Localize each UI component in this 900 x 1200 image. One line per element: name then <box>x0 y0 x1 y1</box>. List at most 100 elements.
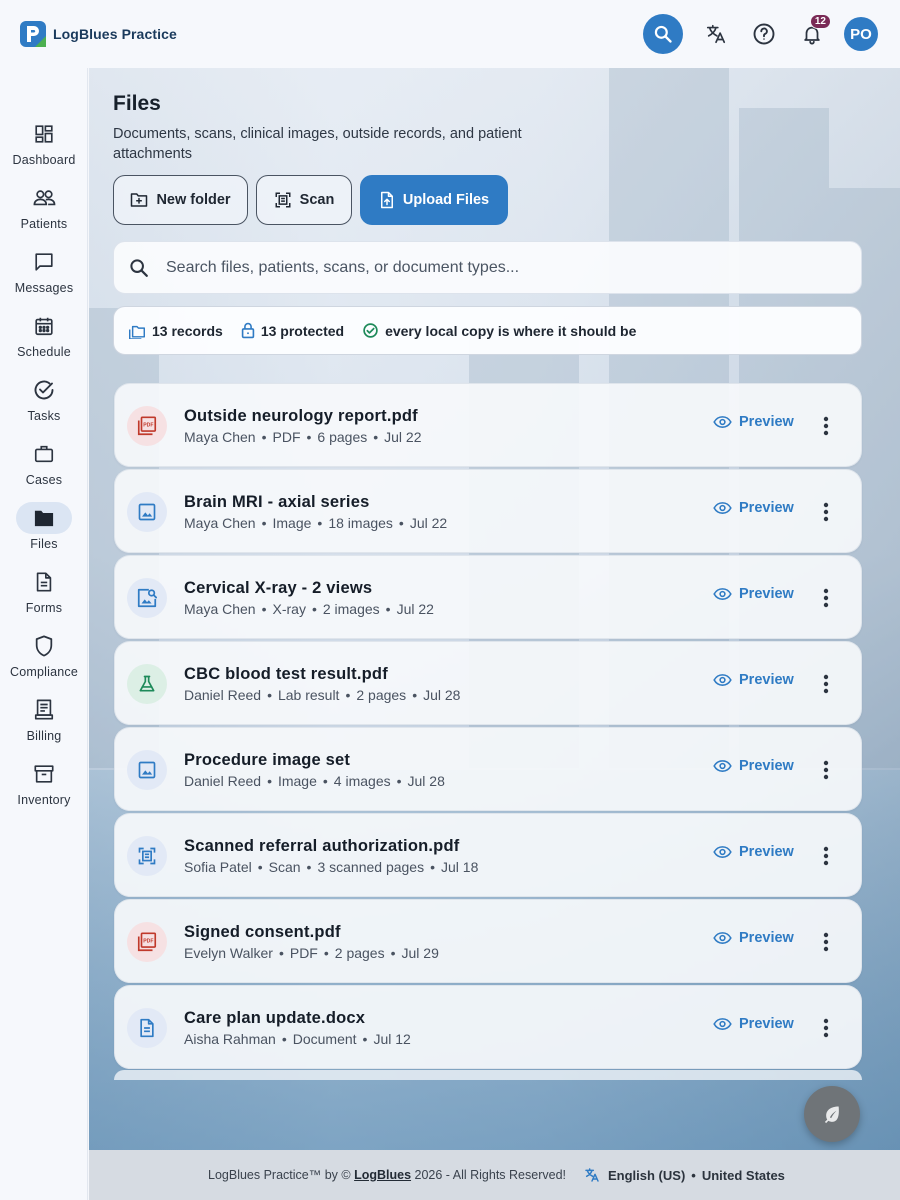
stat-records: 13 records <box>128 323 223 339</box>
file-meta: Daniel Reed • Image • 4 images • Jul 28 <box>184 773 445 789</box>
page-subtitle: Documents, scans, clinical images, outsi… <box>113 126 522 162</box>
preview-button[interactable]: Preview <box>713 414 794 430</box>
more-options-button[interactable] <box>815 498 837 526</box>
sidebar-item-billing[interactable]: Billing <box>0 694 88 758</box>
more-options-button[interactable] <box>815 842 837 870</box>
sidebar-label: Compliance <box>9 665 78 679</box>
pdf-icon: PDF <box>137 932 157 952</box>
file-search-input[interactable] <box>166 258 806 277</box>
new-folder-button[interactable]: New folder <box>113 175 248 225</box>
preview-button[interactable]: Preview <box>713 586 794 602</box>
more-options-button[interactable] <box>815 670 837 698</box>
eye-icon <box>713 846 732 858</box>
more-options-button[interactable] <box>815 928 837 956</box>
sidebar-item-tasks[interactable]: Tasks <box>0 374 88 438</box>
flask-icon <box>139 675 155 692</box>
search-icon <box>654 25 672 43</box>
file-name: Outside neurology report.pdf <box>184 407 418 425</box>
file-row-partial <box>114 1070 862 1080</box>
more-vertical-icon <box>823 588 829 608</box>
sidebar-item-dashboard[interactable]: Dashboard <box>0 118 88 182</box>
file-meta: Maya Chen • X-ray • 2 images • Jul 22 <box>184 601 434 617</box>
file-meta: Maya Chen • Image • 18 images • Jul 22 <box>184 515 448 531</box>
preview-button[interactable]: Preview <box>713 844 794 860</box>
scan-button[interactable]: Scan <box>256 175 352 225</box>
more-options-button[interactable] <box>815 412 837 440</box>
tasks-icon <box>34 380 54 400</box>
sidebar-label: Dashboard <box>12 153 76 167</box>
stat-sync: every local copy is where it should be <box>362 322 636 339</box>
scan-icon <box>138 847 156 865</box>
file-name: Care plan update.docx <box>184 1009 366 1027</box>
inventory-icon <box>34 765 54 783</box>
eye-icon <box>713 416 732 428</box>
logo-icon <box>20 21 46 47</box>
footer-brand-link[interactable]: LogBlues <box>354 1168 411 1182</box>
file-row[interactable]: Procedure image set Daniel Reed • Image • 4 … <box>114 727 862 811</box>
upload-file-icon <box>380 191 393 209</box>
stat-protected: 13 protected <box>241 322 344 339</box>
upload-files-button[interactable]: Upload Files <box>360 175 508 225</box>
sidebar-label: Forms <box>25 601 63 615</box>
preview-button[interactable]: Preview <box>713 500 794 516</box>
sidebar-item-cases[interactable]: Cases <box>0 438 88 502</box>
file-row[interactable]: CBC blood test result.pdf Daniel Reed • La… <box>114 641 862 725</box>
assistant-fab[interactable] <box>804 1086 860 1142</box>
file-name: Scanned referral authorization.pdf <box>184 837 460 855</box>
preview-button[interactable]: Preview <box>713 672 794 688</box>
brand[interactable]: LogBlues Practice <box>20 21 177 47</box>
file-row[interactable]: Cervical X-ray - 2 views Maya Chen • X-ray… <box>114 555 862 639</box>
document-icon <box>140 1018 154 1038</box>
sidebar-item-inventory[interactable]: Inventory <box>0 758 88 822</box>
file-meta: Sofia Patel • Scan • 3 scanned pages • Jul 18 <box>184 859 479 875</box>
cases-icon <box>34 445 54 463</box>
sidebar-label: Billing <box>26 729 62 743</box>
upload-files-label: Upload Files <box>402 192 490 208</box>
preview-button[interactable]: Preview <box>713 930 794 946</box>
sidebar-item-messages[interactable]: Messages <box>0 246 88 310</box>
svg-text:PDF: PDF <box>143 939 153 945</box>
more-options-button[interactable] <box>815 756 837 784</box>
sidebar-item-forms[interactable]: Forms <box>0 566 88 630</box>
pdf-icon: PDF <box>137 416 157 436</box>
file-meta: Evelyn Walker • PDF • 2 pages • Jul 29 <box>184 945 439 961</box>
lock-icon <box>241 322 255 339</box>
global-search-button[interactable] <box>643 14 683 54</box>
notifications-button[interactable]: 12 <box>792 14 832 54</box>
file-row[interactable]: PDF Signed consent.pdf Evelyn Walker • PDF… <box>114 899 862 983</box>
scan-label: Scan <box>299 192 335 208</box>
eye-icon <box>713 674 732 686</box>
sidebar-item-patients[interactable]: Patients <box>0 182 88 246</box>
folder-icon <box>34 510 54 527</box>
preview-button[interactable]: Preview <box>713 1016 794 1032</box>
file-name: Signed consent.pdf <box>184 923 341 941</box>
language-selector[interactable]: English (US) • United States <box>584 1167 785 1183</box>
file-row[interactable]: Scanned referral authorization.pdf Sofia… <box>114 813 862 897</box>
patients-icon <box>33 190 56 206</box>
sidebar-item-files[interactable]: Files <box>0 502 88 566</box>
more-options-button[interactable] <box>815 1014 837 1042</box>
sidebar-item-schedule[interactable]: Schedule <box>0 310 88 374</box>
user-avatar[interactable]: PO <box>844 17 878 51</box>
search-icon <box>130 258 148 277</box>
file-row[interactable]: Brain MRI - axial series Maya Chen • Image… <box>114 469 862 553</box>
preview-button[interactable]: Preview <box>713 758 794 774</box>
file-stats-bar: 13 records 13 protected every local copy… <box>113 306 862 355</box>
eye-icon <box>713 932 732 944</box>
sidebar-label: Messages <box>14 281 74 295</box>
image-icon <box>138 761 156 779</box>
more-vertical-icon <box>823 1018 829 1038</box>
more-options-button[interactable] <box>815 584 837 612</box>
eye-icon <box>713 588 732 600</box>
stat-sync-label: every local copy is where it should be <box>385 322 637 339</box>
file-row[interactable]: Care plan update.docx Aisha Rahman • Docum… <box>114 985 862 1069</box>
sidebar-item-compliance[interactable]: Compliance <box>0 630 88 694</box>
help-button[interactable] <box>744 14 784 54</box>
more-vertical-icon <box>823 674 829 694</box>
footer: LogBlues Practice™ by © LogBlues 2026 - … <box>89 1150 900 1200</box>
messages-icon <box>35 253 53 271</box>
file-row[interactable]: PDF Outside neurology report.pdf Maya Ch… <box>114 383 862 467</box>
file-name: Brain MRI - axial series <box>184 493 370 511</box>
translate-button[interactable] <box>696 14 736 54</box>
file-name: CBC blood test result.pdf <box>184 665 388 683</box>
